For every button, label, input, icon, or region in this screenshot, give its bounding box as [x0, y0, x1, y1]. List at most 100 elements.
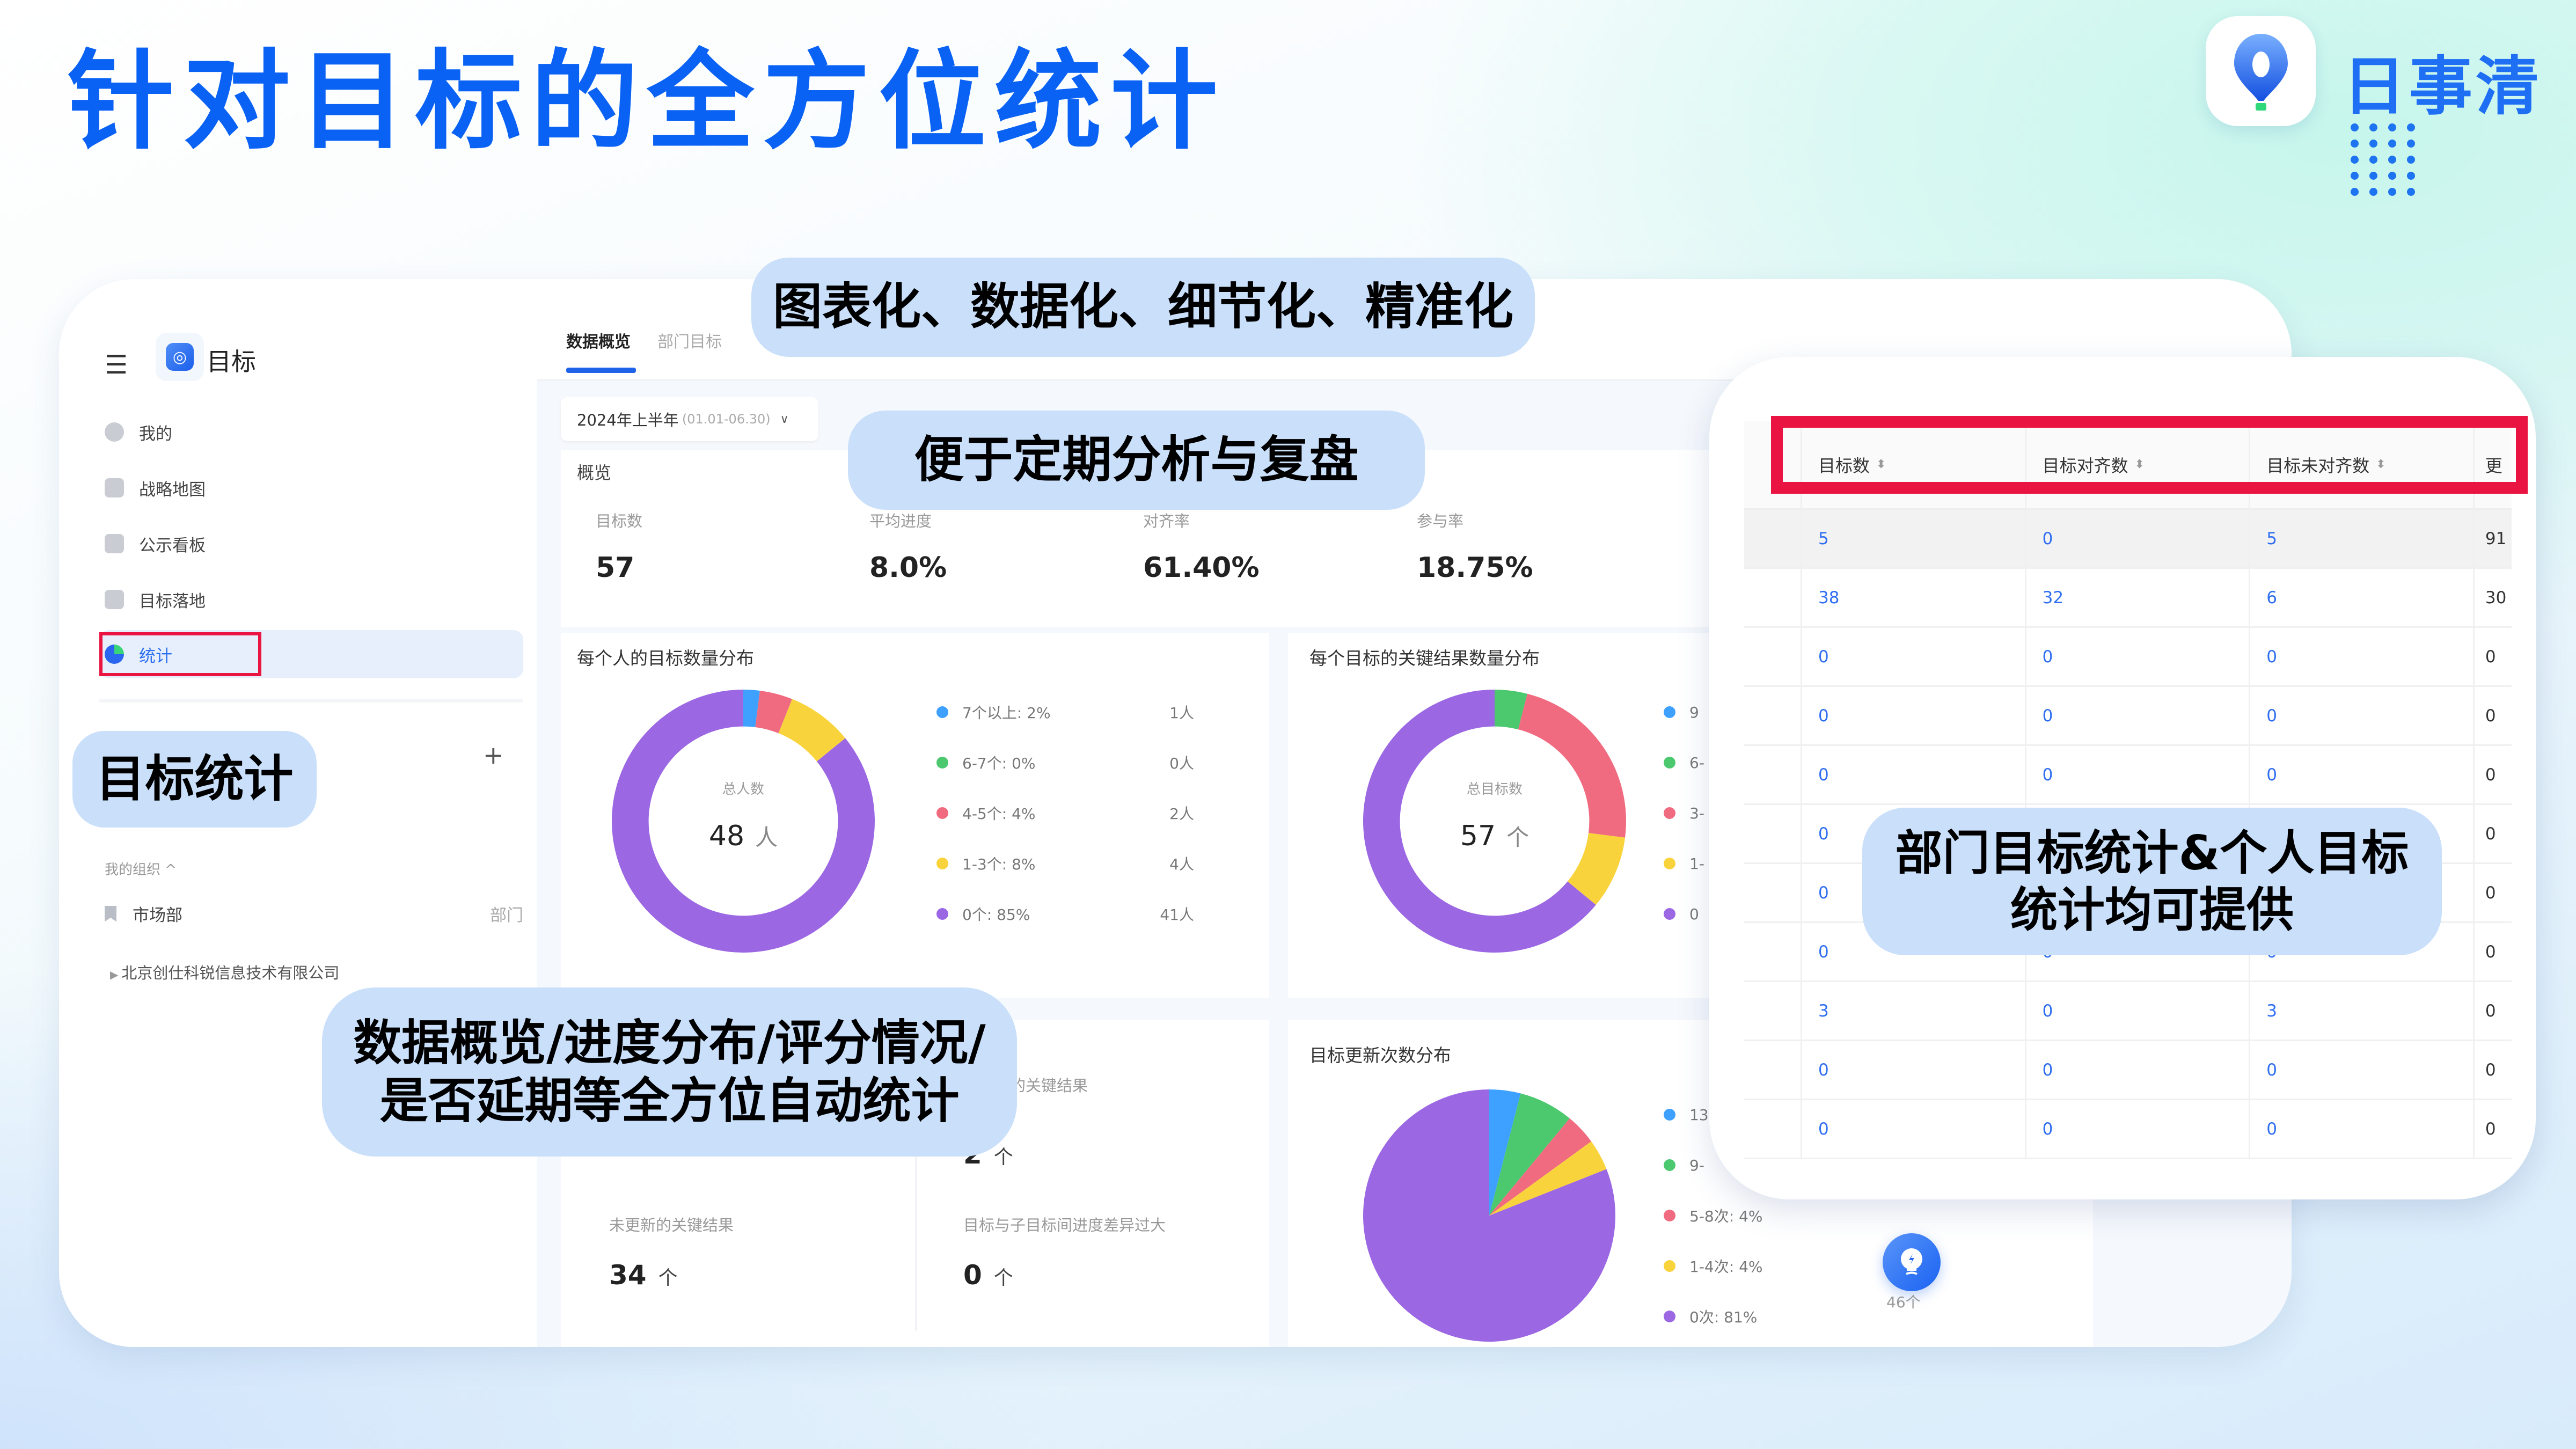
kr-stat-label: 目标与子目标间进度差异过大 — [963, 1216, 1166, 1234]
table-cell — [1744, 805, 1802, 862]
tab-data-overview[interactable]: 数据概览 — [566, 328, 631, 352]
period-select[interactable]: 2024年上半年 (01.01-06.30) ∨ — [561, 397, 818, 441]
add-icon[interactable]: + — [483, 741, 504, 770]
table-cell — [1744, 864, 1802, 921]
sidebar-item-strategy-map[interactable]: 战略地图 — [105, 464, 534, 512]
legend: 7个以上: 2% 1人 6-7个: 0% 0人 4-5个: 4% 2人 1-3个: 8% 4人… — [936, 687, 1194, 939]
table-cell[interactable]: 5 — [1802, 510, 2026, 567]
legend-dot-icon — [1664, 706, 1675, 718]
table-row[interactable]: 5 0 5 91 — [1744, 510, 2512, 569]
department-name: 市场部 — [133, 906, 182, 925]
bookmark-icon — [105, 905, 116, 922]
kr-stat-3: 目标与子目标间进度差异过大 0个 — [963, 1213, 1166, 1291]
legend-dot-icon — [936, 908, 948, 920]
pie-chart-update-count — [1363, 1089, 1615, 1342]
legend-label: 6- — [1689, 753, 1704, 772]
tab-department-goals[interactable]: 部门目标 — [657, 328, 722, 352]
my-org-label[interactable]: 我的组织 ^ — [105, 859, 177, 879]
table-cell[interactable]: 0 — [1802, 1041, 2026, 1099]
caret-right-icon: ▶ — [110, 968, 119, 981]
table-cell — [1744, 746, 1802, 803]
table-cell[interactable]: 32 — [2026, 569, 2251, 626]
kr-stat-value: 34 — [609, 1260, 647, 1291]
legend-item[interactable]: 4-5个: 4% 2人 — [936, 788, 1194, 838]
table-cell — [1744, 1100, 1802, 1158]
table-cell: 0 — [2485, 1119, 2496, 1139]
table-row[interactable]: 0000 — [1744, 628, 2512, 687]
sidebar-item-mine[interactable]: 我的 — [105, 408, 534, 456]
table-cell: 0 — [2485, 883, 2496, 903]
table-cell[interactable]: 0 — [2026, 628, 2251, 685]
divider — [99, 699, 523, 702]
sidebar-item-label: 目标落地 — [139, 591, 206, 611]
center-value: 48 人 — [668, 819, 818, 852]
table-row[interactable]: 3030 — [1744, 982, 2512, 1041]
table-cell[interactable]: 0 — [1802, 746, 2026, 803]
assistant-fab-button[interactable] — [1883, 1233, 1941, 1291]
strategy-map-icon — [105, 478, 124, 497]
center-number: 57 — [1460, 820, 1496, 852]
center-value: 57 个 — [1419, 819, 1570, 852]
legend-item[interactable]: 7个以上: 2% 1人 — [936, 687, 1194, 737]
table-cell[interactable]: 6 — [2250, 569, 2475, 626]
table-cell[interactable]: 0 — [2026, 1100, 2251, 1158]
callout-line: 统计均可提供 — [2010, 882, 2294, 938]
table-cell[interactable]: 0 — [2026, 746, 2251, 803]
table-cell[interactable]: 0 — [2026, 982, 2251, 1040]
table-cell[interactable]: 38 — [1802, 569, 2026, 626]
table-cell[interactable]: 0 — [2250, 1100, 2475, 1158]
table-cell[interactable]: 5 — [2250, 510, 2475, 567]
legend-dot-icon — [1664, 1159, 1675, 1171]
table-cell[interactable]: 3 — [2250, 982, 2475, 1040]
legend-item[interactable]: 0个: 85% 41人 — [936, 889, 1194, 939]
table-cell[interactable]: 0 — [2250, 1041, 2475, 1099]
table-cell: 0 — [2485, 765, 2496, 785]
table-row[interactable]: 0000 — [1744, 1041, 2512, 1100]
table-row[interactable]: 0000 — [1744, 687, 2512, 746]
sidebar-item-goal-landing[interactable]: 目标落地 — [105, 575, 534, 624]
table-cell[interactable]: 0 — [2250, 746, 2475, 803]
legend-dot-icon — [1664, 807, 1675, 819]
legend-item[interactable]: 1-3个: 8% 4人 — [936, 838, 1194, 889]
stat-alignment-rate: 对齐率 61.40% — [1143, 509, 1260, 584]
legend-label: 7个以上: 2% — [962, 704, 1051, 722]
table-cell[interactable]: 3 — [1802, 982, 2026, 1040]
donut-center: 总目标数 57 个 — [1419, 778, 1570, 852]
table-cell: 0 — [2485, 824, 2496, 844]
table-cell[interactable]: 0 — [2250, 687, 2475, 744]
table-cell[interactable]: 0 — [1802, 687, 2026, 744]
table-cell[interactable]: 0 — [2026, 687, 2251, 744]
user-icon — [105, 422, 124, 442]
callout-dept-personal: 部门目标统计&个人目标 统计均可提供 — [1862, 808, 2442, 955]
company-tree-item[interactable]: ▶ 北京创仕科锐信息技术有限公司 — [110, 961, 339, 983]
table-cell — [1744, 982, 1802, 1040]
table-cell — [1744, 510, 1802, 567]
sidebar-item-board[interactable]: 公示看板 — [105, 519, 534, 568]
table-cell: 91 — [2485, 529, 2507, 548]
table-cell[interactable]: 0 — [2026, 1041, 2251, 1099]
department-item[interactable]: 市场部 部门 — [105, 902, 523, 926]
callout-review: 便于定期分析与复盘 — [848, 411, 1425, 510]
legend-label: 3- — [1689, 804, 1704, 822]
table-row[interactable]: 0000 — [1744, 1100, 2512, 1159]
hamburger-menu-icon[interactable]: ☰ — [105, 350, 128, 380]
table-cell[interactable]: 0 — [2250, 628, 2475, 685]
table-cell[interactable]: 0 — [2026, 510, 2251, 567]
table-cell: 0 — [2485, 647, 2496, 667]
table-cell[interactable]: 0 — [1802, 1100, 2026, 1158]
kr-stat-2: 未更新的关键结果 34 个 — [609, 1213, 734, 1291]
kr-stat-unit: 个 — [993, 1146, 1013, 1168]
legend-item[interactable]: 1-4次: 4% — [1664, 1241, 1878, 1291]
legend-item[interactable]: 6-7个: 0% 0人 — [936, 737, 1194, 788]
table-cell[interactable]: 0 — [1802, 628, 2026, 685]
table-row[interactable]: 0000 — [1744, 746, 2512, 805]
center-label: 总目标数 — [1466, 781, 1523, 797]
table-row[interactable]: 38 32 6 30 — [1744, 569, 2512, 628]
table-cell: 0 — [2485, 942, 2496, 962]
table-cell — [1744, 628, 1802, 685]
callout-line: 数据概览/进度分布/评分情况/ — [353, 1014, 986, 1071]
legend-item[interactable]: 0次: 81% — [1664, 1291, 1878, 1342]
stat-avg-progress: 平均进度 8.0% — [869, 509, 947, 584]
legend-dot-icon — [1664, 1311, 1675, 1322]
department-tag: 部门 — [490, 906, 523, 925]
